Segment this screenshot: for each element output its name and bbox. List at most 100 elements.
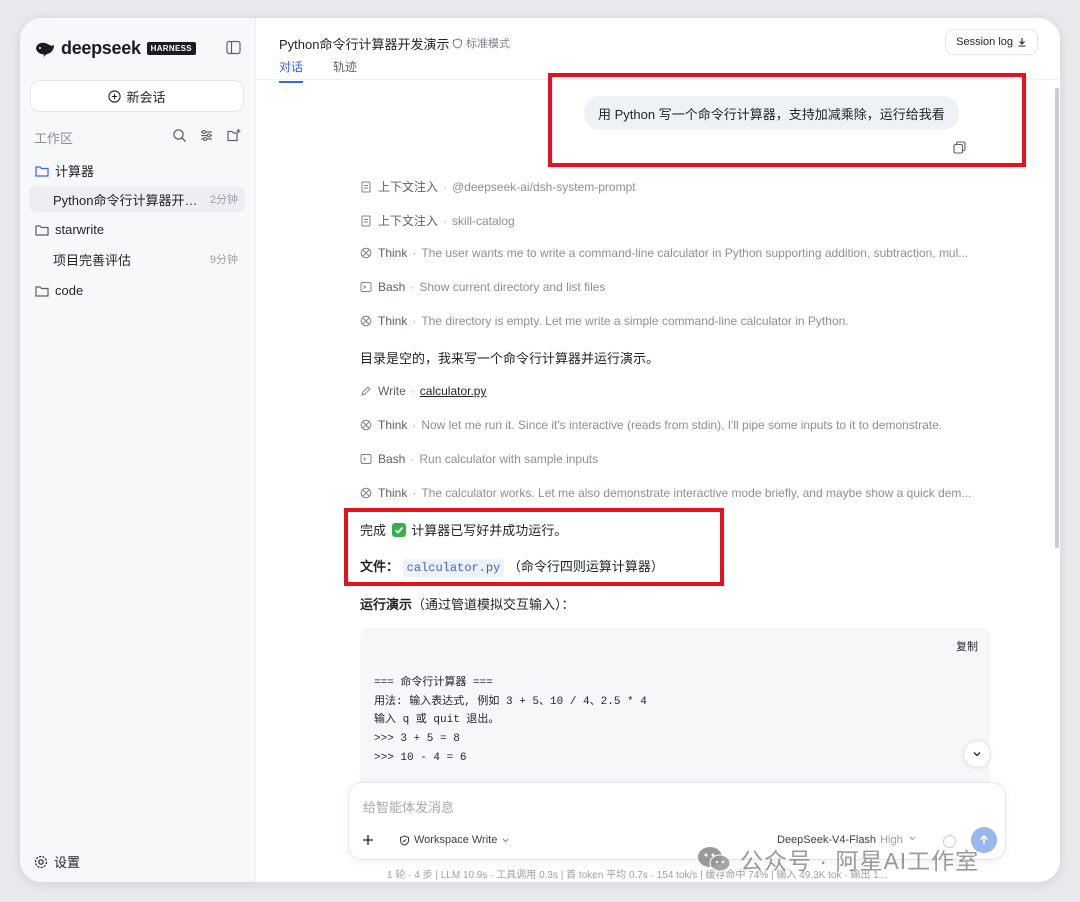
- workspace-label: 工作区: [34, 131, 74, 146]
- step-kind: Think: [378, 418, 408, 432]
- terminal-icon: [360, 454, 372, 464]
- code-line: 输入 q 或 quit 退出。: [374, 714, 500, 727]
- step-item[interactable]: Think · The directory is empty. Let me wr…: [360, 314, 849, 328]
- folder-name: code: [55, 283, 84, 298]
- step-detail: skill-catalog: [452, 213, 515, 228]
- folder-code[interactable]: code: [35, 283, 83, 298]
- session-log-label: Session log: [956, 36, 1013, 48]
- folder-name: 计算器: [55, 164, 95, 179]
- permission-label: Workspace Write: [414, 834, 498, 846]
- highlight-box-result: [344, 508, 724, 586]
- mode-indicator[interactable]: 标准模式: [452, 35, 510, 51]
- permission-selector[interactable]: Workspace Write: [399, 834, 514, 846]
- new-folder-icon[interactable]: [226, 128, 241, 143]
- terminal-icon: [360, 282, 372, 292]
- session-log-button[interactable]: Session log: [945, 29, 1038, 55]
- session-time: 2分钟: [209, 194, 238, 206]
- step-kind: Bash: [378, 452, 406, 466]
- step-detail: The user wants me to write a command-lin…: [421, 246, 969, 260]
- session-time: 9分钟: [209, 254, 238, 266]
- demo-line: 运行演示（通过管道模拟交互输入）：: [360, 594, 575, 613]
- folder-starwrite[interactable]: starwrite: [35, 222, 104, 237]
- folder-icon: [35, 224, 49, 236]
- step-kind: 上下文注入: [378, 180, 439, 194]
- write-step[interactable]: Write · calculator.py: [360, 384, 486, 398]
- tab-conversation[interactable]: 对话: [279, 58, 304, 83]
- highlight-box-user: [548, 73, 1026, 167]
- scroll-down-button[interactable]: [963, 740, 991, 768]
- plus-circle-icon: [108, 89, 122, 103]
- demo-desc: （通过管道模拟交互输入）：: [412, 597, 575, 612]
- think-icon: [360, 487, 372, 499]
- step-detail: Run calculator with sample inputs: [419, 452, 599, 466]
- step-detail: The directory is empty. Let me write a s…: [421, 314, 849, 328]
- session-title: Python命令行计算器开发演...: [53, 192, 206, 208]
- doc-icon: [361, 215, 371, 226]
- demo-label: 运行演示: [360, 597, 413, 612]
- folder-icon: [35, 165, 49, 177]
- step-item[interactable]: 上下文注入 · skill-catalog: [360, 212, 515, 229]
- session-title: 项目完善评估: [53, 252, 132, 268]
- whale-logo-icon: [36, 42, 54, 57]
- step-kind: Think: [378, 314, 408, 328]
- step-item[interactable]: Bash · Run calculator with sample inputs: [360, 452, 598, 466]
- brand[interactable]: deepseek HARNESS: [34, 38, 196, 59]
- file-link[interactable]: calculator.py: [420, 384, 487, 398]
- tab-trajectory[interactable]: 轨迹: [333, 58, 357, 83]
- shield-check-icon: [400, 834, 409, 846]
- code-line: === 命令行计算器 ===: [374, 677, 493, 689]
- message-input[interactable]: 给智能体发消息: [363, 797, 454, 816]
- think-icon: [360, 419, 372, 431]
- scrollbar-thumb[interactable]: [1055, 88, 1059, 548]
- step-item[interactable]: Think · The user wants me to write a comm…: [360, 246, 968, 260]
- add-attachment-icon[interactable]: [359, 831, 377, 849]
- header: Python命令行计算器开发演示 标准模式 对话 轨迹 Session log: [256, 18, 1060, 83]
- mode-label: 标准模式: [466, 38, 510, 50]
- step-item[interactable]: 上下文注入 · @deepseek-ai/dsh-system-prompt: [360, 178, 636, 195]
- code-line: >>> 10 - 4 = 6: [374, 751, 467, 764]
- step-detail: @deepseek-ai/dsh-system-prompt: [452, 179, 636, 194]
- doc-icon: [361, 181, 371, 192]
- tab-bar: 对话 轨迹: [279, 58, 357, 83]
- session-item[interactable]: Python命令行计算器开发演... 2分钟: [29, 186, 245, 212]
- main-panel: Python命令行计算器开发演示 标准模式 对话 轨迹 Session log: [256, 18, 1060, 882]
- step-item[interactable]: Think · Now let me run it. Since it's int…: [360, 418, 942, 432]
- search-icon[interactable]: [172, 128, 187, 143]
- step-item[interactable]: Bash · Show current directory and list fi…: [360, 280, 605, 294]
- code-lines: === 命令行计算器 === 用法: 输入表达式, 例如 3 + 5、10 / 4…: [374, 674, 647, 768]
- watermark: 公众号 · 阿星AI工作室: [696, 842, 979, 876]
- brand-badge: HARNESS: [146, 42, 196, 55]
- new-chat-button[interactable]: 新会话: [30, 80, 244, 112]
- assistant-text: 目录是空的，我来写一个命令行计算器并运行演示。: [360, 351, 660, 366]
- settings-button[interactable]: 设置: [34, 852, 80, 871]
- chevron-down-icon: [973, 752, 981, 757]
- step-detail: Show current directory and list files: [419, 280, 606, 294]
- folder-name: starwrite: [55, 222, 105, 237]
- session-item[interactable]: 项目完善评估 9分钟: [29, 246, 245, 272]
- brand-name: deepseek: [61, 38, 141, 58]
- step-detail: Now let me run it. Since it's interactiv…: [421, 418, 943, 432]
- gear-icon: [34, 855, 48, 868]
- download-icon: [1018, 38, 1026, 47]
- app-window: deepseek HARNESS 新会话 工作区 计算器 Python命令行计算…: [20, 18, 1060, 882]
- pencil-icon: [361, 386, 371, 396]
- settings-label: 设置: [54, 855, 81, 870]
- code-copy-button[interactable]: 复制: [956, 638, 978, 654]
- watermark-text: 公众号 · 阿星AI工作室: [740, 848, 980, 874]
- code-line: 用法: 输入表达式, 例如 3 + 5、10 / 4、2.5 * 4: [374, 695, 647, 708]
- step-kind: Write: [378, 384, 406, 398]
- code-line: >>> 3 + 5 = 8: [374, 733, 460, 746]
- step-kind: Think: [378, 486, 408, 500]
- think-icon: [360, 247, 372, 259]
- folder-calculator[interactable]: 计算器: [35, 161, 94, 180]
- chevron-down-icon: [502, 838, 509, 842]
- arrow-up-icon: [979, 834, 989, 844]
- sidebar: deepseek HARNESS 新会话 工作区 计算器 Python命令行计算…: [20, 18, 256, 882]
- filter-sliders-icon[interactable]: [199, 128, 214, 143]
- page-title: Python命令行计算器开发演示: [279, 37, 450, 52]
- new-chat-label: 新会话: [126, 89, 166, 105]
- folder-icon: [35, 285, 49, 297]
- step-kind: 上下文注入: [378, 214, 439, 228]
- sidebar-toggle-icon[interactable]: [226, 40, 241, 55]
- step-item[interactable]: Think · The calculator works. Let me also…: [360, 486, 971, 500]
